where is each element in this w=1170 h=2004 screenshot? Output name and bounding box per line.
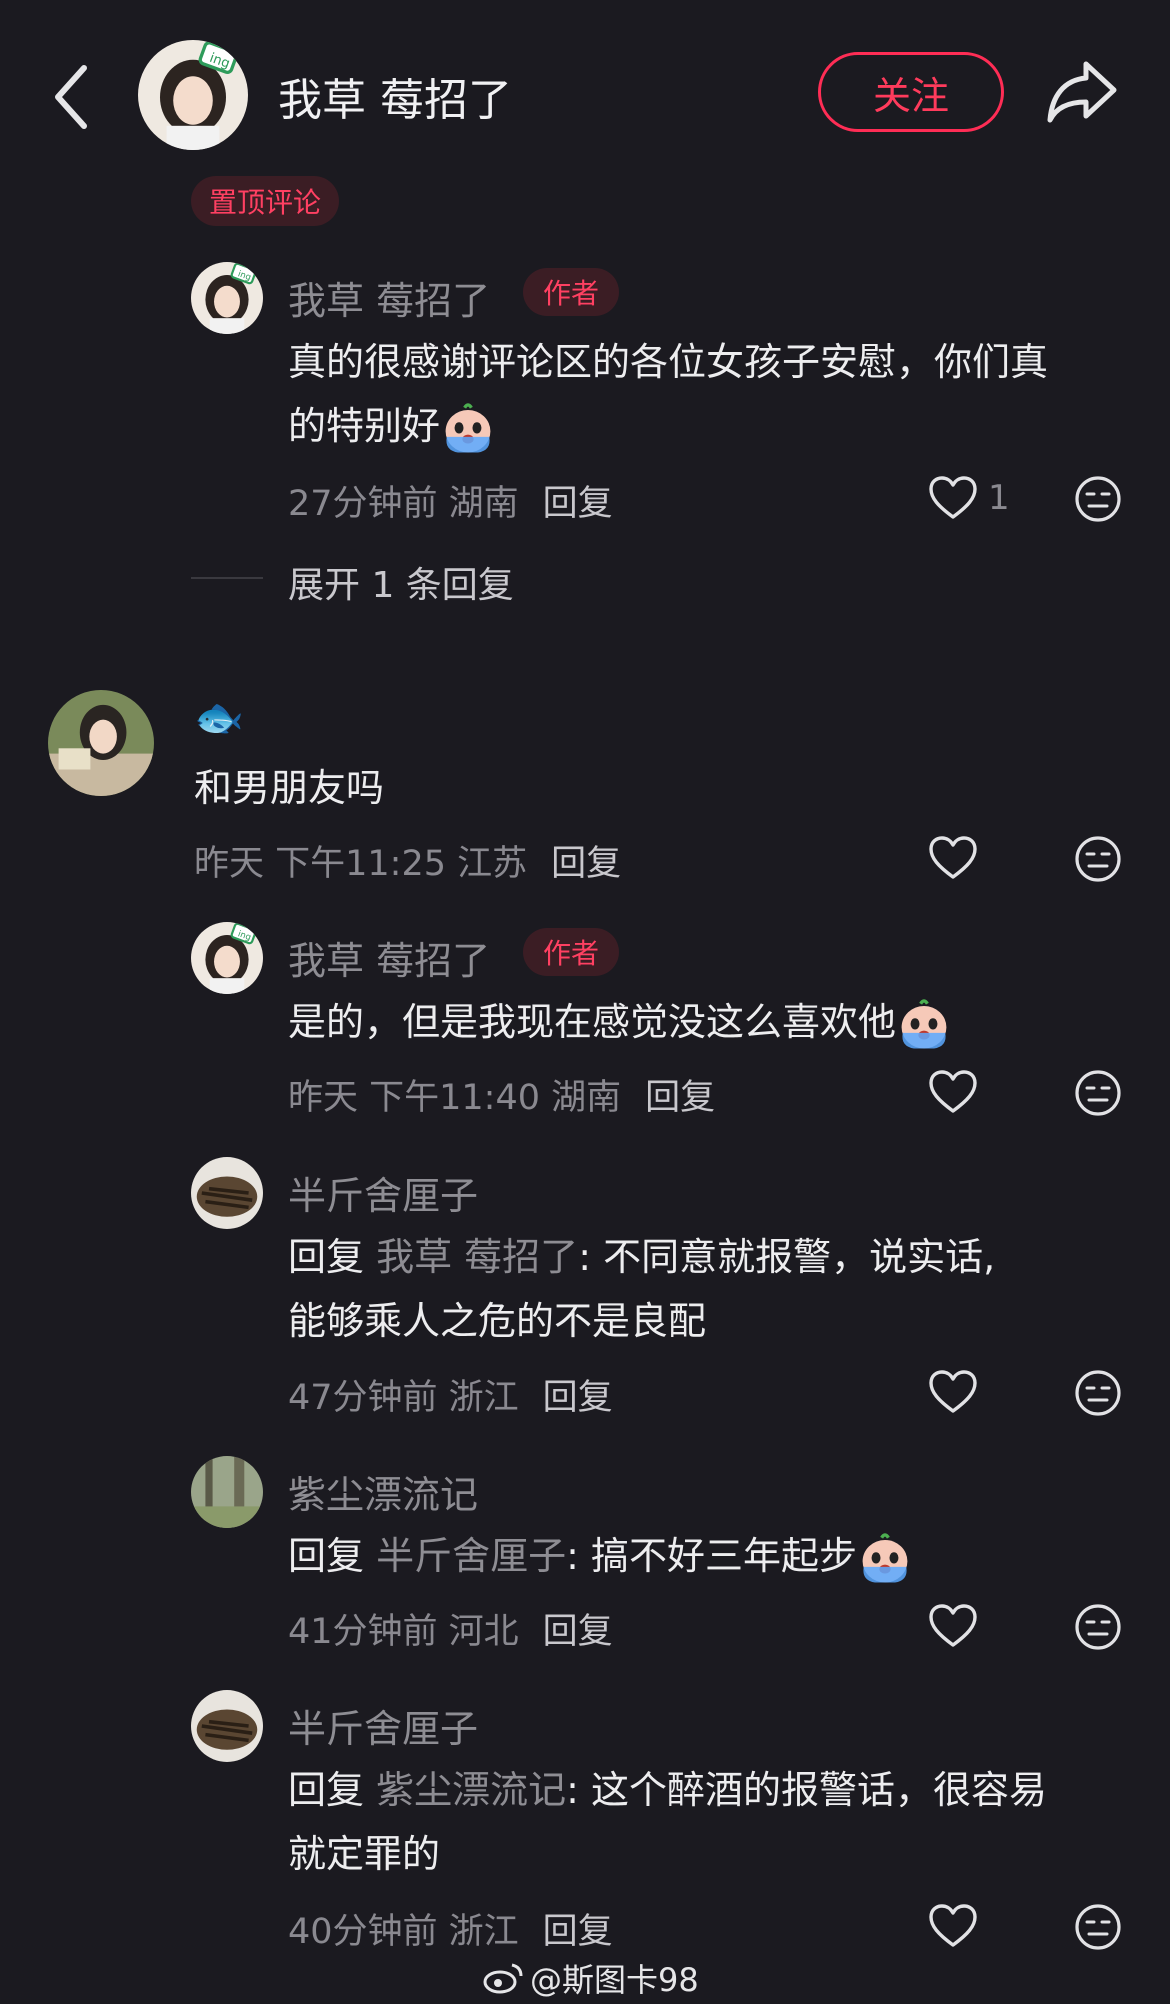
divider — [191, 577, 263, 579]
comment-text: 回复 紫尘漂流记: 这个醉酒的报警话，很容易 就定罪的 — [288, 1768, 1047, 1876]
crying-emoji-icon — [857, 1531, 913, 1587]
back-icon[interactable] — [52, 62, 92, 132]
heart-icon[interactable] — [928, 475, 978, 521]
neutral-face-icon[interactable] — [1073, 1602, 1123, 1652]
comment-text: 是的，但是我现在感觉没这么喜欢他 — [288, 990, 952, 1054]
heart-icon[interactable] — [928, 1369, 978, 1415]
expand-replies-button[interactable]: 展开 1 条回复 — [288, 556, 514, 608]
comment-meta: 40分钟前 浙江 回复 — [288, 1912, 613, 1952]
mention-link[interactable]: 我草 莓招了 — [376, 1235, 578, 1279]
neutral-face-icon[interactable] — [1073, 1368, 1123, 1418]
comment-username[interactable]: 我草 莓招了 — [288, 270, 490, 325]
neutral-face-icon[interactable] — [1073, 834, 1123, 884]
author-badge: 作者 — [523, 928, 620, 976]
comment-username[interactable]: 🐟 — [194, 694, 244, 741]
comment-text: 和男朋友吗 — [194, 766, 385, 810]
header-username[interactable]: 我草 莓招了 — [278, 64, 512, 128]
like-count: 1 — [988, 478, 1010, 518]
header-avatar[interactable] — [138, 40, 248, 150]
avatar[interactable] — [191, 262, 263, 334]
comment-text: 真的很感谢评论区的各位女孩子安慰，你们真 的特别好 — [288, 330, 1048, 458]
reply-button[interactable]: 回复 — [543, 484, 613, 524]
author-badge: 作者 — [523, 268, 620, 316]
comment-meta: 41分钟前 河北 回复 — [288, 1612, 613, 1652]
comment-meta: 47分钟前 浙江 回复 — [288, 1378, 613, 1418]
avatar[interactable] — [191, 922, 263, 994]
crying-emoji-icon — [440, 401, 496, 457]
share-icon[interactable] — [1046, 58, 1118, 124]
comment-meta: 27分钟前 湖南 回复 — [288, 484, 613, 524]
comment-meta: 昨天 下午11:25 江苏 回复 — [194, 844, 622, 884]
reply-button[interactable]: 回复 — [645, 1078, 715, 1118]
comment-text: 回复 半斤舍厘子: 搞不好三年起步 — [288, 1524, 913, 1588]
pinned-comment-badge: 置顶评论 — [191, 176, 340, 226]
crying-emoji-icon — [896, 997, 952, 1053]
avatar[interactable] — [191, 1157, 263, 1229]
watermark: @斯图卡98 — [482, 1955, 699, 2001]
comment-meta: 昨天 下午11:40 湖南 回复 — [288, 1078, 716, 1118]
comment-text: 回复 我草 莓招了: 不同意就报警，说实话, 能够乘人之危的不是良配 — [288, 1235, 996, 1343]
avatar[interactable] — [191, 1690, 263, 1762]
reply-button[interactable]: 回复 — [551, 844, 621, 884]
heart-icon[interactable] — [928, 1069, 978, 1115]
reply-button[interactable]: 回复 — [543, 1378, 613, 1418]
comment-username[interactable]: 半斤舍厘子 — [288, 1698, 478, 1753]
mention-link[interactable]: 紫尘漂流记 — [376, 1768, 566, 1812]
comment-username[interactable]: 我草 莓招了 — [288, 930, 490, 985]
heart-icon[interactable] — [928, 1603, 978, 1649]
neutral-face-icon[interactable] — [1073, 1902, 1123, 1952]
heart-icon[interactable] — [928, 1903, 978, 1949]
heart-icon[interactable] — [928, 835, 978, 881]
reply-button[interactable]: 回复 — [543, 1612, 613, 1652]
follow-button[interactable]: 关注 — [818, 52, 1004, 132]
avatar[interactable] — [191, 1456, 263, 1528]
mention-link[interactable]: 半斤舍厘子 — [376, 1534, 566, 1578]
comment-username[interactable]: 紫尘漂流记 — [288, 1464, 478, 1519]
comment-username[interactable]: 半斤舍厘子 — [288, 1165, 478, 1220]
neutral-face-icon[interactable] — [1073, 1068, 1123, 1118]
reply-button[interactable]: 回复 — [543, 1912, 613, 1952]
avatar[interactable] — [48, 690, 154, 796]
weibo-icon — [483, 1963, 523, 1994]
neutral-face-icon[interactable] — [1073, 474, 1123, 524]
